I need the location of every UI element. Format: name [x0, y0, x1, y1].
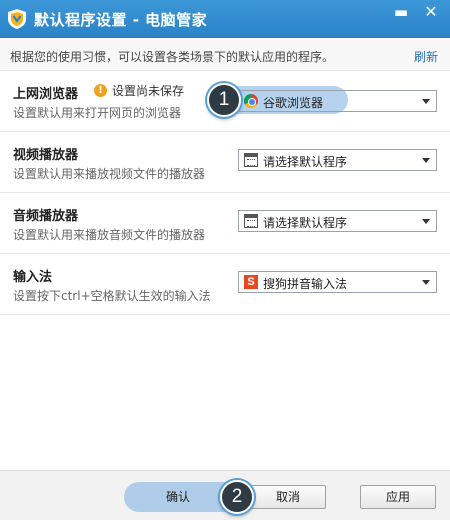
window-title: 默认程序设置 - 电脑管家 — [34, 11, 208, 29]
select-value: 搜狗拼音输入法 — [263, 277, 348, 291]
row-title: 视频播放器 — [13, 148, 79, 163]
app-window-icon — [244, 153, 258, 167]
step1-marker: 1 — [207, 83, 241, 117]
confirm-button[interactable]: 确认 — [140, 485, 216, 509]
row-title: 输入法 — [13, 270, 53, 285]
hint-bar: 根据您的使用习惯，可以设置各类场景下的默认应用的程序。 刷新 — [0, 39, 450, 71]
input-method-select[interactable]: S 搜狗拼音输入法 — [238, 271, 437, 293]
audio-player-select[interactable]: 请选择默认程序 — [238, 210, 437, 232]
row-desc: 设置默认用来打开网页的浏览器 — [13, 106, 182, 120]
row-title: 音频播放器 — [13, 209, 79, 224]
row-audio-player: 音频播放器 设置默认用来播放音频文件的播放器 请选择默认程序 — [0, 194, 450, 254]
chevron-down-icon — [422, 280, 430, 285]
hint-text: 根据您的使用习惯，可以设置各类场景下的默认应用的程序。 — [10, 50, 335, 64]
warning-icon: ! — [94, 84, 107, 97]
row-desc: 设置默认用来播放视频文件的播放器 — [13, 167, 206, 181]
row-video-player: 视频播放器 设置默认用来播放视频文件的播放器 请选择默认程序 — [0, 133, 450, 193]
title-bar: 默认程序设置 - 电脑管家 ▬ ✕ — [0, 0, 450, 38]
chevron-down-icon — [422, 99, 430, 104]
cancel-button[interactable]: 取消 — [250, 485, 326, 509]
app-window-icon — [244, 214, 258, 228]
refresh-link[interactable]: 刷新 — [414, 48, 438, 65]
select-value: 谷歌浏览器 — [263, 96, 324, 110]
apply-button[interactable]: 应用 — [360, 485, 436, 509]
shield-logo-icon — [8, 9, 26, 29]
row-desc: 设置默认用来播放音频文件的播放器 — [13, 228, 206, 242]
row-desc: 设置按下ctrl+空格默认生效的输入法 — [13, 289, 211, 303]
step2-marker: 2 — [220, 480, 254, 514]
chrome-icon — [244, 94, 258, 108]
unsaved-warning: ! 设置尚未保存 — [94, 82, 184, 99]
video-player-select[interactable]: 请选择默认程序 — [238, 149, 437, 171]
select-value: 请选择默认程序 — [263, 216, 348, 230]
row-title: 上网浏览器 — [13, 87, 79, 102]
chevron-down-icon — [422, 219, 430, 224]
browser-select[interactable]: 谷歌浏览器 — [238, 90, 437, 112]
close-button[interactable]: ✕ — [416, 0, 446, 26]
select-value: 请选择默认程序 — [263, 155, 348, 169]
sogou-icon: S — [244, 275, 258, 289]
minimize-button[interactable]: ▬ — [386, 0, 416, 26]
dialog-footer: 确认 取消 应用 2 — [0, 470, 450, 520]
row-input-method: 输入法 设置按下ctrl+空格默认生效的输入法 S 搜狗拼音输入法 — [0, 255, 450, 315]
warning-text: 设置尚未保存 — [112, 84, 185, 98]
chevron-down-icon — [422, 158, 430, 163]
